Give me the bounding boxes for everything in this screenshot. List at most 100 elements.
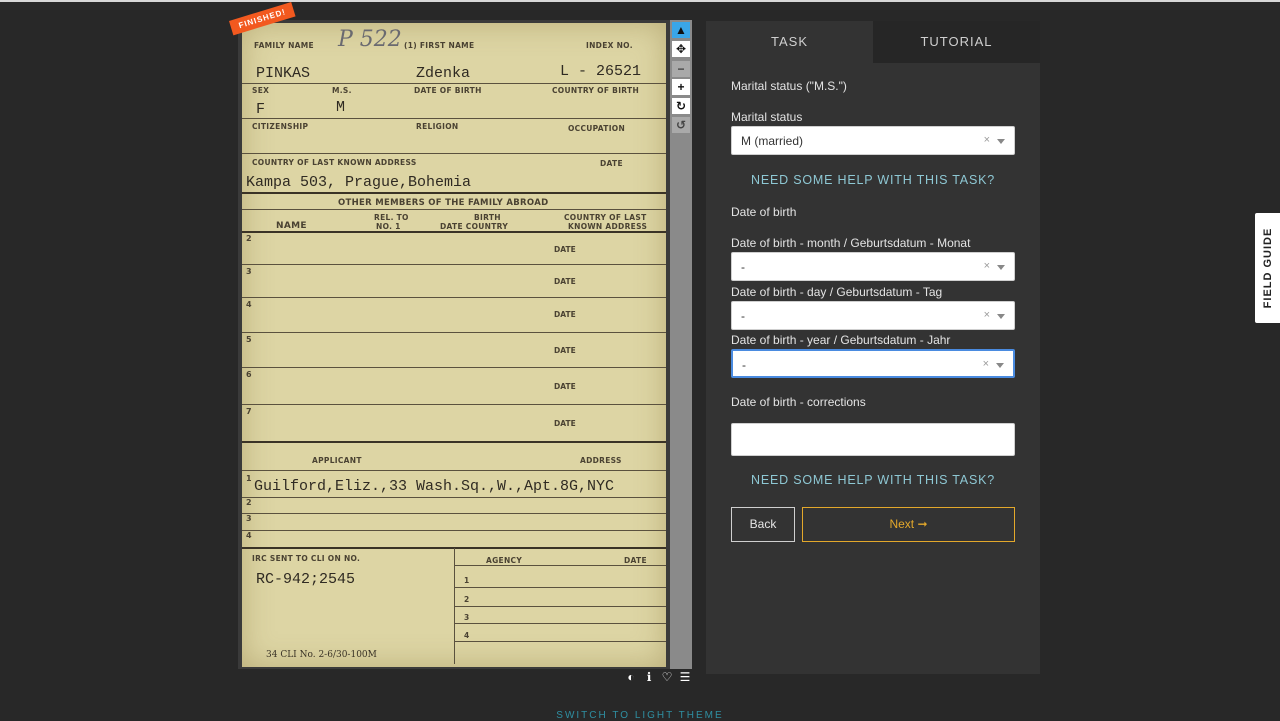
field-guide-tab[interactable]: FIELD GUIDE xyxy=(1255,213,1280,323)
value-ms: M xyxy=(336,99,346,116)
card-line xyxy=(242,367,666,368)
card-line xyxy=(242,404,666,405)
favorite-heart-icon[interactable]: ♡ xyxy=(660,670,674,684)
label-date: DATE xyxy=(554,277,576,286)
dob-year-select[interactable]: - × xyxy=(731,349,1015,378)
row-number: 1 xyxy=(246,474,252,483)
subject-viewer[interactable]: FAMILY NAME P 522 (1) FIRST NAME INDEX N… xyxy=(238,20,670,669)
value-last-address: Kampa 503, Prague,Bohemia xyxy=(246,174,472,191)
marital-status-select[interactable]: M (married) × xyxy=(731,126,1015,155)
card-line xyxy=(242,332,666,333)
dob-month-value: - xyxy=(741,260,745,274)
panel-tabs: TASK TUTORIAL xyxy=(706,21,1040,63)
label-date-of-birth: DATE OF BIRTH xyxy=(414,86,482,95)
row-number: 1 xyxy=(464,576,470,585)
label-irc-sent: IRC SENT TO CLI ON NO. xyxy=(252,554,361,563)
label-applicant: APPLICANT xyxy=(312,456,362,465)
dob-day-label: Date of birth - day / Geburtsdatum - Tag xyxy=(731,285,943,299)
row-number: 2 xyxy=(246,234,252,243)
card-line xyxy=(242,231,666,233)
handwritten-file-number: P 522 xyxy=(338,27,402,52)
label-date: DATE xyxy=(554,245,576,254)
label-rel-to: REL. TO xyxy=(374,213,409,222)
card-footer: 34 CLI No. 2-6/30-100M xyxy=(266,650,377,660)
label-date: DATE xyxy=(554,346,576,355)
label-sex: SEX xyxy=(252,86,270,95)
dob-year-label: Date of birth - year / Geburtsdatum - Ja… xyxy=(731,333,951,347)
dob-day-select[interactable]: - × xyxy=(731,301,1015,330)
section-marital-status: Marital status ("M.S.") xyxy=(731,79,847,93)
switch-theme-link[interactable]: SWITCH TO LIGHT THEME xyxy=(0,710,1280,721)
pointer-icon[interactable]: ▲ xyxy=(672,22,690,38)
help-link[interactable]: NEED SOME HELP WITH THIS TASK? xyxy=(731,173,1015,187)
label-date: DATE xyxy=(554,419,576,428)
card-line xyxy=(454,641,666,642)
card-line xyxy=(242,192,666,194)
label-date: DATE xyxy=(600,159,623,168)
label-agency: AGENCY xyxy=(486,556,523,565)
card-line xyxy=(242,530,666,531)
row-number: 5 xyxy=(246,335,252,344)
top-border xyxy=(0,0,1280,2)
chevron-down-icon[interactable] xyxy=(997,265,1005,270)
card-line xyxy=(242,264,666,265)
rotate-icon[interactable]: ↻ xyxy=(672,98,690,114)
reset-icon[interactable]: ↺ xyxy=(672,117,690,133)
label-ms: M.S. xyxy=(332,86,352,95)
card-line xyxy=(454,565,666,566)
label-date: DATE xyxy=(554,382,576,391)
collections-list-icon[interactable]: ☰ xyxy=(678,670,692,684)
zoom-in-icon[interactable]: + xyxy=(672,79,690,95)
chevron-down-icon[interactable] xyxy=(997,314,1005,319)
dob-corrections-label: Date of birth - corrections xyxy=(731,395,866,409)
clear-icon[interactable]: × xyxy=(983,358,989,370)
invert-colors-icon[interactable]: ◐ xyxy=(624,670,638,684)
clear-icon[interactable]: × xyxy=(984,309,990,321)
card-line xyxy=(242,441,666,443)
row-number: 4 xyxy=(464,631,470,640)
move-icon[interactable]: ✥ xyxy=(672,41,690,57)
label-country-of-birth: COUNTRY OF BIRTH xyxy=(552,86,640,95)
zoom-out-icon[interactable]: − xyxy=(672,61,690,77)
card-line xyxy=(242,513,666,514)
viewer-icon-bar: ◐ ℹ ♡ ☰ xyxy=(624,670,692,684)
dob-corrections-textarea[interactable] xyxy=(731,423,1015,456)
tab-task[interactable]: TASK xyxy=(706,21,873,63)
chevron-down-icon[interactable] xyxy=(997,139,1005,144)
label-address: ADDRESS xyxy=(580,456,622,465)
chevron-down-icon[interactable] xyxy=(996,363,1004,368)
row-number: 6 xyxy=(246,370,252,379)
back-button[interactable]: Back xyxy=(731,507,795,542)
value-irc-no: RC-942;2545 xyxy=(256,571,356,588)
label-index-no: INDEX NO. xyxy=(586,41,633,50)
value-family-name: PINKAS xyxy=(256,65,311,82)
dob-month-select[interactable]: - × xyxy=(731,252,1015,281)
marital-status-value: M (married) xyxy=(741,134,803,148)
row-number: 3 xyxy=(464,613,470,622)
label-name: NAME xyxy=(276,221,307,231)
card-line xyxy=(242,497,666,498)
label-birth: BIRTH xyxy=(474,213,501,222)
label-country-last-address: COUNTRY OF LAST KNOWN ADDRESS xyxy=(252,158,417,167)
label-known-address: KNOWN ADDRESS xyxy=(568,222,648,231)
label-country-last: COUNTRY OF LAST xyxy=(564,213,647,222)
label-date: DATE xyxy=(554,310,576,319)
next-button[interactable]: Next ➞ xyxy=(802,507,1015,542)
row-number: 4 xyxy=(246,300,252,309)
row-number: 3 xyxy=(246,267,252,276)
label-date-country: DATE COUNTRY xyxy=(440,222,509,231)
dob-month-label: Date of birth - month / Geburtsdatum - M… xyxy=(731,236,971,250)
subject-image-card: FAMILY NAME P 522 (1) FIRST NAME INDEX N… xyxy=(242,23,666,667)
help-link[interactable]: NEED SOME HELP WITH THIS TASK? xyxy=(731,473,1015,487)
card-line xyxy=(242,209,666,210)
info-icon[interactable]: ℹ xyxy=(642,670,656,684)
card-line xyxy=(454,587,666,588)
label-other-members: OTHER MEMBERS OF THE FAMILY ABROAD xyxy=(338,198,549,208)
tab-tutorial[interactable]: TUTORIAL xyxy=(873,21,1040,63)
value-sex: F xyxy=(256,101,266,118)
clear-icon[interactable]: × xyxy=(984,260,990,272)
label-date: DATE xyxy=(624,556,647,565)
clear-icon[interactable]: × xyxy=(984,134,990,146)
card-line xyxy=(454,623,666,624)
label-religion: RELIGION xyxy=(416,122,459,131)
